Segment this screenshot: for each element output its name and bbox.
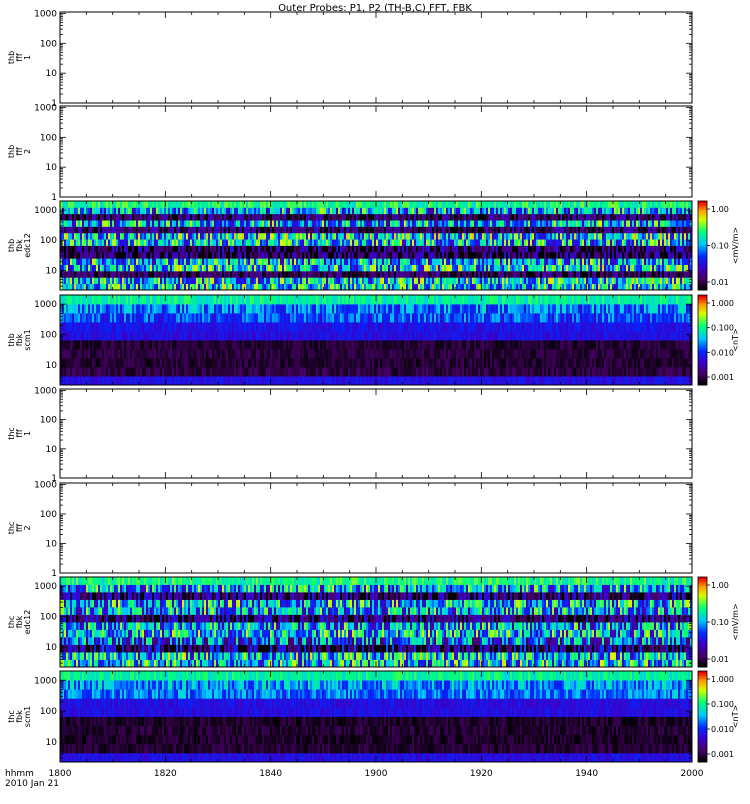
y-axis-label-thb-fbk-edc12: thbfbkedc12 <box>7 233 32 258</box>
y-tick-label: 1000 <box>34 9 57 19</box>
colorbar-tick-label: 0.01 <box>711 278 729 287</box>
colorbar-label: <mV/m> <box>731 227 740 264</box>
y-tick-label: 10 <box>46 266 58 276</box>
y-tick-label: 10 <box>46 69 58 79</box>
panel-thb-fff1: 1 10 100 1000 thbfff1 <box>7 9 692 109</box>
y-ticks-thb-fff1 <box>60 13 692 103</box>
panel-thb-fff2: 1 10 100 1000 thbfff2 <box>7 103 692 203</box>
y-axis-label-line: edc12 <box>23 233 32 258</box>
spectrogram-thb-fbk-scm1 <box>60 295 692 385</box>
panel-frame <box>60 12 692 103</box>
colorbar-thb-fbk-edc12: 0.01 0.10 1.00 <mV/m> <box>698 201 740 291</box>
panel-thb-fbk-scm1: 101001000thbfbkscm10.0010.0100.1001.000<… <box>7 295 740 386</box>
panel-frame <box>60 106 692 197</box>
y-tick-label: 10 <box>46 163 58 173</box>
spectrogram-thb-fbk-edc12 <box>60 201 692 290</box>
y-tick-label: 1 <box>51 193 57 203</box>
y-ticks-thb-fff2 <box>60 107 692 197</box>
y-tick-label: 100 <box>40 236 57 246</box>
panel-thb-fbk-edc12: 10 100 1000 thbfbkedc12 0.01 0.10 1.00 <mV/m> <box>7 201 740 291</box>
y-tick-label: 1000 <box>34 206 57 216</box>
colorbar-tick-label: 0.10 <box>711 242 729 251</box>
y-axis-label-thb-fff1: thbfff1 <box>7 51 32 64</box>
y-axis-label-line: 1 <box>23 55 32 60</box>
colorbar-tick-label: 1.00 <box>711 205 729 214</box>
y-tick-label: 100 <box>40 133 57 143</box>
y-axis-label-thb-fff2: thbfff2 <box>7 145 32 158</box>
y-axis-label-line: 2 <box>23 149 32 154</box>
panels-group: 1101001000thbfff11101001000thbfff2101001… <box>7 9 740 762</box>
spectrogram-figure: Outer Probes: P1, P2 (TH-B,C) FFT, FBK 1… <box>0 0 750 800</box>
y-tick-label: 1000 <box>34 103 57 113</box>
y-tick-label: 100 <box>40 39 57 49</box>
spectrogram-svg: Outer Probes: P1, P2 (TH-B,C) FFT, FBK 1… <box>0 0 750 800</box>
